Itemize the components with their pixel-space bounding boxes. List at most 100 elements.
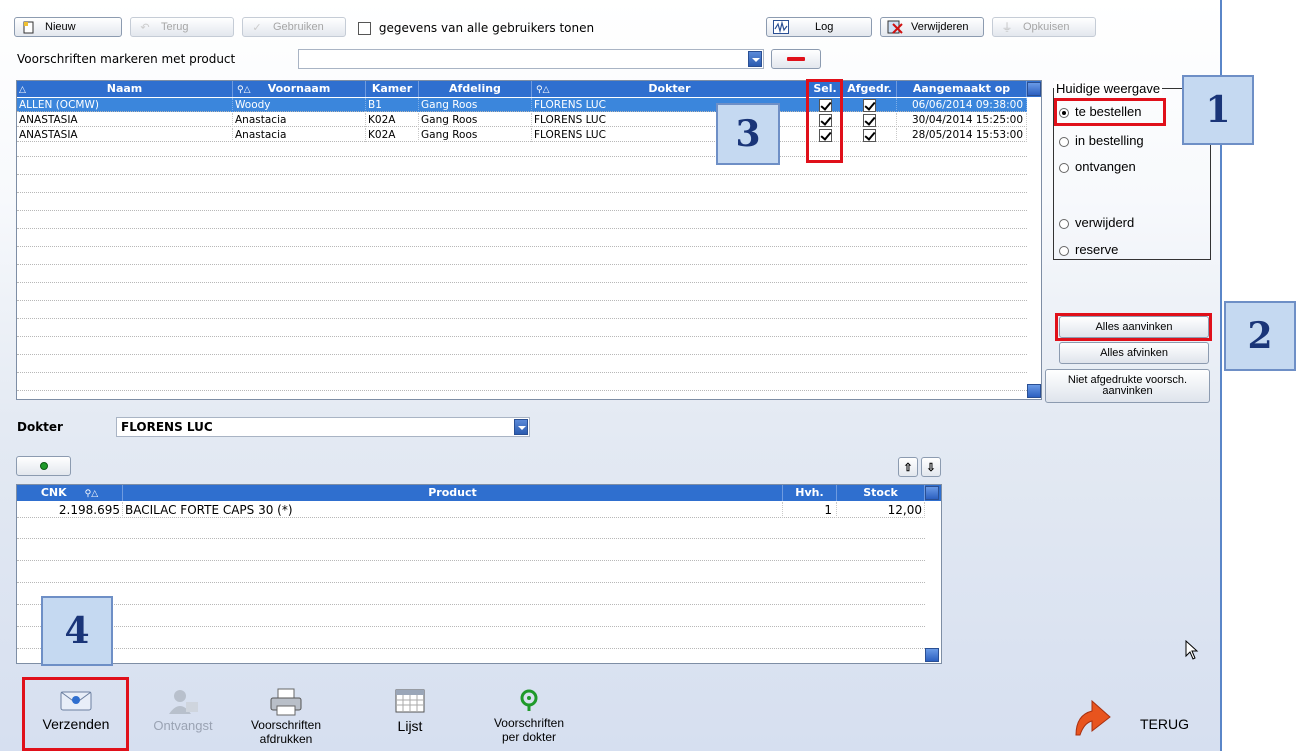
all-users-label: gegevens van alle gebruikers tonen	[378, 21, 595, 35]
cleanup-button[interactable]: ⏚ Opkuisen	[992, 17, 1096, 37]
move-up-button[interactable]: ⇧	[898, 457, 918, 477]
empty-row	[17, 609, 925, 627]
callout-2: 2	[1224, 301, 1296, 371]
printed-checkbox[interactable]	[863, 128, 876, 142]
view-group-title: Huidige weergave	[1054, 81, 1163, 96]
col-hvh[interactable]: Hvh.	[783, 485, 837, 501]
products-grid-header: CNK ⚲△ Product Hvh. Stock	[17, 485, 941, 501]
doctor-select[interactable]: FLORENS LUC	[116, 417, 530, 437]
use-button[interactable]: ✓ Gebruiken	[242, 17, 346, 37]
use-icon: ✓	[252, 21, 262, 34]
collapse-icon[interactable]	[1027, 82, 1041, 96]
product-marker-select[interactable]	[298, 49, 764, 69]
table-row[interactable]: ANASTASIA Anastacia K02A Gang Roos FLORE…	[17, 128, 1027, 142]
callout-4: 4	[41, 596, 113, 666]
col-afdeling[interactable]: Afdeling	[419, 81, 532, 97]
highlight-send	[22, 677, 129, 751]
new-button[interactable]: Nieuw	[14, 17, 122, 37]
log-button-label: Log	[815, 21, 834, 33]
back-arrow-icon[interactable]	[1070, 697, 1114, 737]
all-users-option[interactable]: gegevens van alle gebruikers tonen	[358, 21, 594, 35]
clear-marker-button[interactable]	[771, 49, 821, 69]
printed-checkbox[interactable]	[863, 98, 876, 112]
col-dokter[interactable]: ⚲△ Dokter	[532, 81, 808, 97]
radio-button[interactable]	[1059, 245, 1069, 256]
radio-verwijderd[interactable]: verwijderd	[1059, 215, 1134, 230]
scroll-down-icon[interactable]	[925, 648, 939, 662]
prescriptions-per-doctor-button[interactable]: Voorschriften per dokter	[484, 688, 574, 744]
radio-ontvangen[interactable]: ontvangen	[1059, 159, 1136, 174]
empty-row	[17, 143, 1027, 157]
empty-row	[17, 179, 1027, 193]
radio-reserve[interactable]: reserve	[1059, 242, 1118, 257]
table-row[interactable]: ANASTASIA Anastacia K02A Gang Roos FLORE…	[17, 113, 1027, 127]
empty-row	[17, 521, 925, 539]
empty-row	[17, 269, 1027, 283]
empty-row	[17, 359, 1027, 373]
table-row[interactable]: 2.198.695 BACILAC FORTE CAPS 30 (*) 1 12…	[17, 502, 925, 518]
col-stock[interactable]: Stock	[837, 485, 925, 501]
cleanup-icon: ⏚	[1001, 22, 1013, 34]
new-button-label: Nieuw	[45, 21, 76, 33]
empty-row	[17, 631, 925, 649]
col-voornaam[interactable]: ⚲△ Voornaam	[233, 81, 366, 97]
chevron-down-icon[interactable]	[748, 51, 762, 67]
list-button[interactable]: Lijst	[380, 688, 440, 734]
cleanup-button-label: Opkuisen	[1023, 21, 1070, 33]
mark-prescriptions-label: Voorschriften markeren met product	[17, 52, 236, 66]
col-product[interactable]: Product	[123, 485, 783, 501]
empty-row	[17, 161, 1027, 175]
empty-row	[17, 197, 1027, 211]
doctor-label: Dokter	[17, 420, 63, 434]
collapse-icon[interactable]	[925, 486, 939, 500]
arrow-up-icon: ⇧	[903, 461, 913, 474]
empty-row	[17, 587, 925, 605]
callout-3: 3	[716, 103, 780, 165]
empty-row	[17, 233, 1027, 247]
receipt-button[interactable]: Ontvangst	[138, 688, 228, 733]
col-kamer[interactable]: Kamer	[366, 81, 419, 97]
chevron-down-icon[interactable]	[514, 419, 528, 435]
empty-row	[17, 287, 1027, 301]
uncheck-all-button[interactable]: Alles afvinken	[1059, 342, 1209, 364]
radio-button[interactable]	[1059, 136, 1069, 147]
mouse-cursor-icon	[1185, 639, 1199, 660]
new-document-icon	[21, 20, 37, 34]
delete-icon	[887, 20, 903, 34]
back-button-label[interactable]: TERUG	[1140, 716, 1189, 732]
all-users-checkbox[interactable]	[358, 22, 371, 35]
empty-row	[17, 323, 1027, 337]
radio-button[interactable]	[1059, 218, 1069, 229]
scroll-down-icon[interactable]	[1027, 384, 1041, 398]
empty-row	[17, 341, 1027, 355]
back-toolbar-button[interactable]: ↶ Terug	[130, 17, 234, 37]
empty-row	[17, 377, 1027, 391]
add-product-button[interactable]	[16, 456, 71, 476]
products-grid: CNK ⚲△ Product Hvh. Stock 2.198.695 BACIL…	[16, 484, 942, 664]
delete-button[interactable]: Verwijderen	[880, 17, 984, 37]
col-afgedr[interactable]: Afgedr.	[843, 81, 897, 97]
printer-icon	[269, 688, 303, 716]
empty-row	[17, 251, 1027, 265]
callout-1: 1	[1182, 75, 1254, 145]
radio-button[interactable]	[1059, 162, 1069, 173]
print-prescriptions-button[interactable]: Voorschriften afdrukken	[240, 688, 332, 746]
doctor-value: FLORENS LUC	[121, 420, 213, 434]
prescriptions-grid: △ Naam ⚲△ Voornaam Kamer Afdeling ⚲△ Dokter…	[16, 80, 1042, 400]
printed-checkbox[interactable]	[863, 113, 876, 127]
table-row[interactable]: ALLEN (OCMW) Woody B1 Gang Roos FLORENS …	[17, 98, 1027, 112]
user-icon	[166, 688, 200, 714]
back-icon: ↶	[140, 21, 150, 34]
plus-icon	[39, 462, 48, 470]
col-aangemaakt[interactable]: Aangemaakt op	[897, 81, 1027, 97]
arrow-down-icon: ⇩	[926, 461, 936, 474]
log-icon	[773, 20, 789, 34]
log-button[interactable]: Log	[766, 17, 872, 37]
check-unprinted-button[interactable]: Niet afgedrukte voorsch. aanvinken	[1045, 369, 1210, 403]
move-down-button[interactable]: ⇩	[921, 457, 941, 477]
empty-row	[17, 565, 925, 583]
radio-in-bestelling[interactable]: in bestelling	[1059, 133, 1144, 148]
col-cnk[interactable]: CNK ⚲△	[17, 485, 123, 501]
col-naam[interactable]: △ Naam	[17, 81, 233, 97]
highlight-te-bestellen	[1054, 98, 1166, 126]
